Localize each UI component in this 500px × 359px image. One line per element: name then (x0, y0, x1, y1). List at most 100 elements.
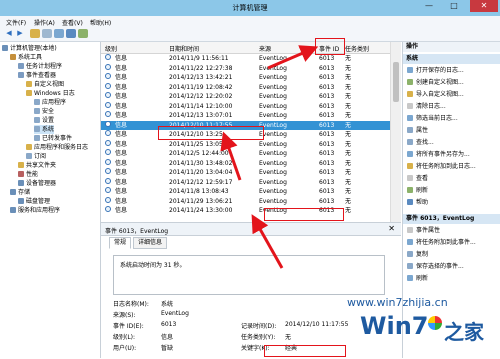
tree-node[interactable]: 系统 (34, 125, 55, 134)
action-label: 保存选择的事件... (416, 263, 464, 270)
action-item[interactable]: 创建自定义视图... (407, 78, 464, 88)
table-row[interactable]: 信息 2014/11/20 13:04:04 EventLog 6013 无 (101, 168, 391, 178)
cell-category: 无 (345, 64, 352, 72)
help-icon[interactable] (66, 29, 76, 38)
cell-source: EventLog (259, 55, 287, 62)
col-datetime[interactable]: 日期和时间 (169, 44, 199, 53)
folder-icon[interactable] (30, 29, 40, 38)
tree-node[interactable]: 安全 (34, 107, 54, 116)
tree-node[interactable]: 设备管理器 (18, 179, 56, 188)
action-item[interactable]: 属性 (407, 126, 428, 136)
list-scrollbar[interactable] (390, 42, 401, 222)
cell-category: 无 (345, 207, 352, 214)
action-item[interactable]: 保存选择的事件... (407, 262, 464, 272)
table-row[interactable]: 信息 2014/11/29 13:06:21 EventLog 6013 无 (101, 196, 391, 207)
back-icon[interactable]: ◀ (4, 29, 14, 38)
tree-node-icon (10, 207, 16, 213)
tree-node[interactable]: 共享文件夹 (18, 161, 56, 170)
table-row[interactable]: 信息 2014/11/30 13:48:02 EventLog 6013 无 (101, 158, 391, 169)
menu-view[interactable]: 查看(V) (62, 18, 83, 27)
tree-node[interactable]: 应用程序和服务日志 (26, 143, 88, 152)
eventid-header-highlight (315, 38, 345, 55)
menu-action[interactable]: 操作(A) (34, 18, 55, 27)
table-row[interactable]: 信息 2014/12/12 12:59:17 EventLog 6013 无 (101, 177, 391, 188)
cell-eventid: 6013 (319, 150, 335, 157)
table-row[interactable]: 信息 2014/11/25 13:05:1 EventLog 6013 无 (101, 139, 391, 150)
action-item[interactable]: 筛选当前日志... (407, 114, 458, 124)
properties-icon[interactable] (54, 29, 64, 38)
tab-details[interactable]: 详细信息 (133, 237, 168, 249)
col-category[interactable]: 任务类别 (345, 44, 369, 53)
action-item[interactable]: 事件属性 (407, 226, 440, 236)
tree-node[interactable]: 事件查看器 (18, 71, 56, 80)
action-item[interactable]: 清除日志... (407, 102, 446, 112)
cell-source: EventLog (259, 93, 287, 100)
menu-file[interactable]: 文件(F) (6, 18, 26, 27)
cell-eventid: 6013 (319, 197, 335, 205)
cell-datetime: 2014/11/8 13:08:43 (169, 188, 229, 195)
tree-node[interactable]: 计算机管理(本地) (2, 44, 57, 53)
menu-help[interactable]: 帮助(H) (90, 18, 111, 27)
close-button[interactable]: ✕ (470, 0, 498, 12)
watermark-url: www.win7zhijia.cn (347, 296, 448, 309)
tree-node-icon (2, 45, 8, 51)
action-item[interactable]: 查找... (407, 138, 434, 148)
action-item[interactable]: 将任务附加到此日志... (407, 162, 476, 172)
action-item[interactable]: 复制 (407, 250, 428, 260)
cell-datetime: 2014/12/13 13:42:21 (169, 74, 233, 81)
cell-level: 信息 (115, 55, 128, 62)
field-value: 暂缺 (161, 345, 174, 352)
tree-node[interactable]: Windows 日志 (26, 89, 75, 98)
tree-node-label: 任务计划程序 (26, 63, 63, 70)
event-message-box[interactable]: 系统启动时间为 31 秒。 (113, 255, 385, 295)
table-row[interactable]: 信息 2014/11/8 13:08:43 EventLog 6013 无 (101, 187, 391, 197)
tree-node-icon (34, 135, 40, 141)
action-pane-icon[interactable] (78, 29, 88, 38)
table-row[interactable]: 信息 2014/11/14 12:10:00 EventLog 6013 无 (101, 101, 391, 112)
action-item[interactable]: 将所有事件另存为... (407, 150, 470, 160)
action-icon (407, 163, 413, 169)
actions-section-system[interactable]: 系统 (403, 54, 500, 64)
tree-node[interactable]: 订阅 (26, 152, 46, 161)
table-row[interactable]: 信息 2014/12/13 13:07:01 EventLog 6013 无 (101, 111, 391, 121)
actions-section-event[interactable]: 事件 6013，EventLog (403, 214, 500, 224)
tree-node[interactable]: 存储 (10, 188, 30, 197)
event-message: 系统启动时间为 31 秒。 (120, 262, 186, 269)
action-item[interactable]: 打开保存的日志... (407, 66, 464, 76)
action-item[interactable]: 帮助 (407, 198, 428, 208)
action-item[interactable]: 刷新 (407, 186, 428, 196)
tree-node[interactable]: 已转发事件 (34, 134, 72, 143)
tree-node[interactable]: 任务计划程序 (18, 62, 62, 71)
maximize-button[interactable]: □ (443, 0, 465, 12)
console-tree-icon[interactable] (42, 29, 52, 38)
tree-node[interactable]: 服务和应用程序 (10, 206, 60, 215)
close-icon[interactable]: ✕ (388, 224, 395, 233)
col-source[interactable]: 来源 (259, 44, 271, 53)
tree-node[interactable]: 应用程序 (34, 98, 66, 107)
tree-node[interactable]: 设置 (34, 116, 54, 125)
table-row[interactable]: 信息 2014/11/19 12:08:42 EventLog 6013 无 (101, 82, 391, 93)
action-icon (407, 263, 413, 269)
action-item[interactable]: 将任务附加到此事件... (407, 238, 476, 248)
tab-general[interactable]: 常规 (109, 237, 132, 249)
scrollbar-thumb[interactable] (393, 62, 399, 102)
action-item[interactable]: 刷新 (407, 274, 428, 284)
action-item[interactable]: 导入自定义视图... (407, 90, 464, 100)
table-row[interactable]: 信息 2014/11/22 12:27:38 EventLog 6013 无 (101, 63, 391, 74)
tree-node[interactable]: 系统工具 (10, 53, 42, 62)
action-item[interactable]: 查看 (407, 174, 428, 184)
cell-level: 信息 (115, 102, 128, 110)
minimize-button[interactable]: — (418, 0, 440, 12)
table-row[interactable]: 信息 2014/12/5 12:44:00 EventLog 6013 无 (101, 149, 391, 159)
tree-node[interactable]: 自定义视图 (26, 80, 64, 89)
cell-source: EventLog (259, 178, 287, 186)
col-level[interactable]: 级别 (105, 44, 117, 53)
tree-node[interactable]: 磁盘管理 (18, 197, 50, 206)
tree-node[interactable]: 性能 (18, 170, 38, 179)
table-row[interactable]: 信息 2014/11/9 11:56:11 EventLog 6013 无 (101, 54, 391, 64)
table-row[interactable]: 信息 2014/12/13 13:42:21 EventLog 6013 无 (101, 73, 391, 83)
cell-eventid: 6013 (319, 55, 335, 62)
table-row[interactable]: 信息 2014/11/24 13:30:00 EventLog 6013 无 (101, 206, 391, 216)
table-row[interactable]: 信息 2014/12/12 12:20:02 EventLog 6013 无 (101, 92, 391, 102)
forward-icon[interactable]: ▶ (15, 29, 25, 38)
